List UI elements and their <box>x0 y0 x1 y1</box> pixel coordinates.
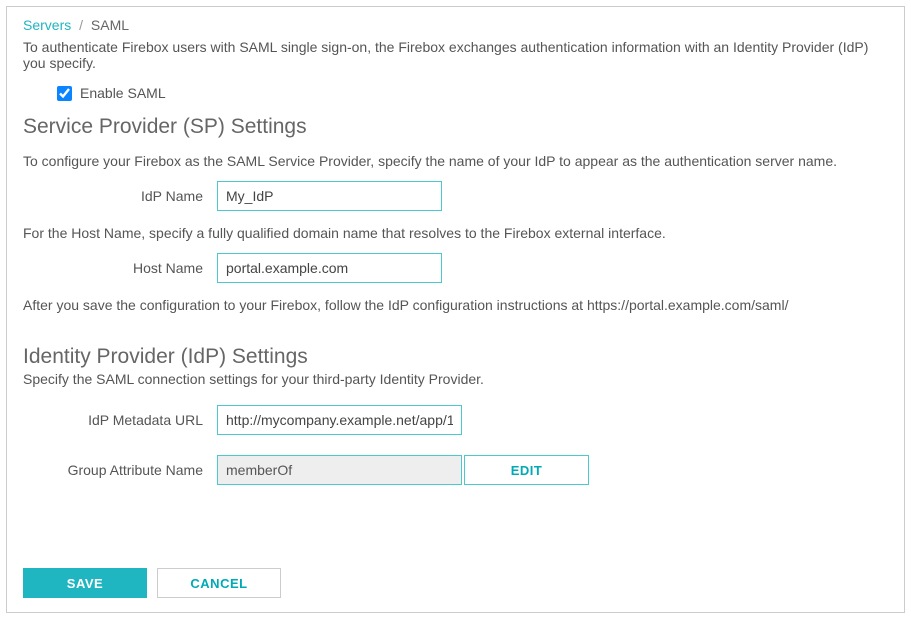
enable-saml-row: Enable SAML <box>57 85 888 101</box>
idp-name-label: IdP Name <box>23 188 217 204</box>
host-name-input[interactable] <box>217 253 442 283</box>
sp-save-note: After you save the configuration to your… <box>23 297 888 313</box>
sp-section-title: Service Provider (SP) Settings <box>23 115 888 139</box>
sp-help-2: For the Host Name, specify a fully quali… <box>23 225 888 241</box>
host-name-row: Host Name <box>23 253 888 283</box>
saml-settings-panel: Servers / SAML To authenticate Firebox u… <box>6 6 905 613</box>
breadcrumb: Servers / SAML <box>23 17 888 33</box>
sp-help-1: To configure your Firebox as the SAML Se… <box>23 153 888 169</box>
edit-button[interactable]: EDIT <box>464 455 589 485</box>
group-attr-label: Group Attribute Name <box>23 462 217 478</box>
cancel-button[interactable]: CANCEL <box>157 568 281 598</box>
bottom-button-bar: SAVE CANCEL <box>23 568 281 598</box>
breadcrumb-link-servers[interactable]: Servers <box>23 17 71 33</box>
idp-help: Specify the SAML connection settings for… <box>23 371 888 387</box>
idp-name-row: IdP Name <box>23 181 888 211</box>
idp-name-input[interactable] <box>217 181 442 211</box>
enable-saml-label[interactable]: Enable SAML <box>80 85 166 101</box>
group-attr-input <box>217 455 462 485</box>
metadata-url-input[interactable] <box>217 405 462 435</box>
group-attr-row: Group Attribute Name EDIT <box>23 455 888 485</box>
breadcrumb-current: SAML <box>91 17 129 33</box>
breadcrumb-separator: / <box>75 17 87 33</box>
intro-text: To authenticate Firebox users with SAML … <box>23 39 888 71</box>
host-name-label: Host Name <box>23 260 217 276</box>
enable-saml-checkbox[interactable] <box>57 86 72 101</box>
idp-section-title: Identity Provider (IdP) Settings <box>23 345 888 369</box>
metadata-url-label: IdP Metadata URL <box>23 412 217 428</box>
metadata-url-row: IdP Metadata URL <box>23 405 888 435</box>
save-button[interactable]: SAVE <box>23 568 147 598</box>
